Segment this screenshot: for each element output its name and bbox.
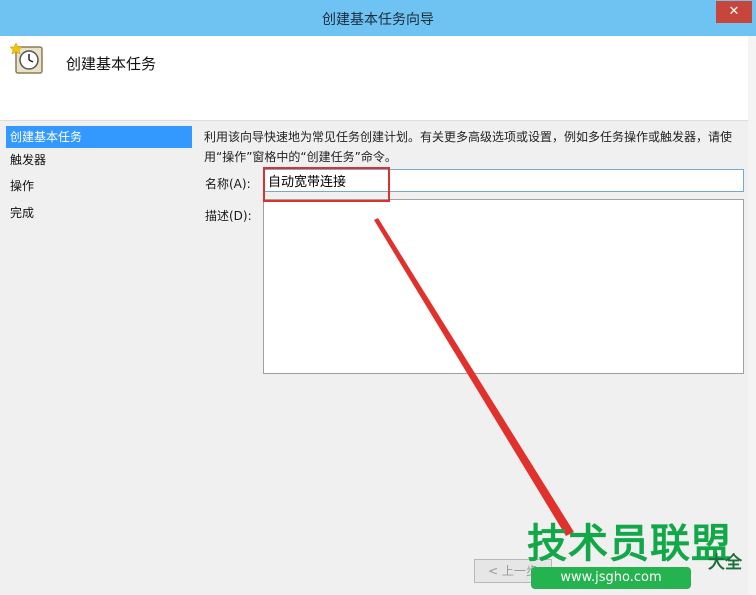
name-label: 名称(A): <box>205 177 251 191</box>
wizard-description: 利用该向导快速地为常见任务创建计划。有关更多高级选项或设置，例如多任务操作或触发… <box>204 130 733 164</box>
wizard-steps-sidebar: 创建基本任务 触发器 操作 完成 <box>0 121 198 595</box>
watermark-side-text: 大全 <box>708 553 742 573</box>
window-titlebar: 创建基本任务向导 ✕ <box>0 0 756 36</box>
window-right-edge <box>748 36 756 595</box>
page-title: 创建基本任务 <box>66 55 157 73</box>
close-button[interactable]: ✕ <box>716 1 752 23</box>
watermark-url: www.jsgho.com <box>531 567 691 589</box>
description-label: 描述(D): <box>205 209 252 223</box>
wizard-header: 创建基本任务 <box>0 36 756 120</box>
task-scheduler-clock-icon <box>10 42 43 74</box>
description-textarea[interactable] <box>263 199 744 374</box>
close-icon: ✕ <box>728 4 740 19</box>
step-trigger[interactable]: 触发器 <box>6 149 192 171</box>
watermark-logo-text: 技术员联盟 <box>527 521 732 567</box>
step-action[interactable]: 操作 <box>6 175 192 197</box>
step-finish[interactable]: 完成 <box>6 202 192 224</box>
window-title: 创建基本任务向导 <box>322 12 434 28</box>
highlight-annotation-box <box>263 167 390 202</box>
step-create-basic-task[interactable]: 创建基本任务 <box>6 126 192 148</box>
